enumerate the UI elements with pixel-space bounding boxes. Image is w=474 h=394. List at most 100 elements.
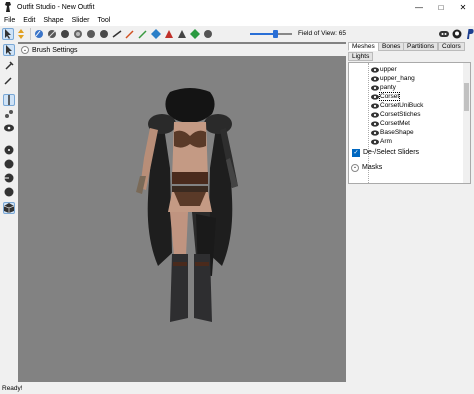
x-mirror-icon <box>190 29 200 39</box>
tab-bones[interactable]: Bones <box>378 42 405 51</box>
brush-color-button[interactable] <box>124 28 136 40</box>
fov-label: Field of View: 65 <box>298 30 346 37</box>
select-tool-button[interactable] <box>2 28 14 40</box>
smooth-icon <box>87 30 95 38</box>
symmetry-icon <box>178 30 186 38</box>
deselect-sliders-row[interactable]: ✓ De-/Select Sliders <box>348 146 473 159</box>
mesh-list-item[interactable]: upper_hang <box>371 74 415 83</box>
tool-sphere-3-button[interactable] <box>3 172 15 184</box>
tab-meshes[interactable]: Meshes <box>348 42 379 51</box>
brush-move-button[interactable] <box>98 28 110 40</box>
move-icon <box>18 29 24 39</box>
move-brush-icon <box>100 30 108 38</box>
mesh-list-item[interactable]: panty <box>371 83 396 92</box>
eye-icon[interactable] <box>371 84 379 91</box>
masks-header[interactable]: ⌄ Masks <box>348 161 473 174</box>
brush-alpha-button[interactable] <box>137 28 149 40</box>
tab-lights[interactable]: Lights <box>348 52 374 61</box>
brush-deflate-button[interactable] <box>72 28 84 40</box>
tool-sphere-2-button[interactable] <box>3 158 15 170</box>
tab-partitions[interactable]: Partitions <box>403 42 439 51</box>
eye-icon[interactable] <box>371 102 379 109</box>
fov-slider-thumb[interactable] <box>272 30 278 38</box>
tool-edit-button[interactable] <box>3 74 15 86</box>
xmirror-button[interactable] <box>189 28 201 40</box>
discord-icon <box>439 31 449 37</box>
transform-tool-button[interactable] <box>15 28 27 40</box>
eye-icon <box>4 124 14 132</box>
mesh-list-item[interactable]: Corset <box>371 92 401 101</box>
menu-file[interactable]: File <box>0 17 19 24</box>
tool-cube-button[interactable] <box>3 202 15 214</box>
brush-smooth-button[interactable] <box>85 28 97 40</box>
maximize-icon: □ <box>438 2 444 12</box>
menu-edit[interactable]: Edit <box>19 17 39 24</box>
mesh-list-item[interactable]: upper <box>371 65 397 74</box>
deselect-sliders-label: De-/Select Sliders <box>363 149 420 156</box>
alpha-brush-icon <box>138 30 147 39</box>
mesh-list-item[interactable]: CorsetStiches <box>371 110 420 119</box>
eye-icon[interactable] <box>371 138 379 145</box>
symmetry-button[interactable] <box>176 28 188 40</box>
tool-select-button[interactable] <box>3 44 15 56</box>
eye-icon[interactable] <box>371 129 379 136</box>
eye-icon[interactable] <box>371 66 379 73</box>
tool-pin-button[interactable] <box>3 60 15 72</box>
mesh-list-item[interactable]: BaseShape <box>371 128 414 137</box>
half-sphere-icon <box>4 173 14 183</box>
maximize-button[interactable]: □ <box>430 0 452 14</box>
title-bar: Outfit Studio - New Outfit — □ ✕ <box>0 0 474 14</box>
menu-tool[interactable]: Tool <box>94 17 115 24</box>
mesh-name: CorsetUniBuck <box>380 102 424 109</box>
mesh-list-item[interactable]: Arm <box>371 137 392 146</box>
discord-button[interactable] <box>438 28 450 40</box>
mesh-name: Corset <box>378 92 401 101</box>
close-button[interactable]: ✕ <box>452 0 474 14</box>
toolbar-separator <box>30 28 31 40</box>
mirror-button[interactable] <box>163 28 175 40</box>
deselect-sliders-checkbox[interactable]: ✓ <box>352 148 360 157</box>
fov-slider[interactable] <box>250 30 292 38</box>
wireframe-button[interactable] <box>202 28 214 40</box>
cursor-icon <box>6 45 12 55</box>
brush-weight-button[interactable] <box>111 28 123 40</box>
paypal-button[interactable] <box>464 28 474 40</box>
cube-icon <box>4 203 14 213</box>
tool-brush-size-button[interactable] <box>3 94 15 106</box>
dark-sphere-icon <box>4 187 14 197</box>
mesh-list-item[interactable]: CorsetUniBuck <box>371 101 423 110</box>
collision-button[interactable] <box>150 28 162 40</box>
status-bar: Ready! <box>0 382 474 394</box>
brush-settings-label: Brush Settings <box>32 46 78 54</box>
brush-settings-header[interactable]: ⌄ Brush Settings <box>18 44 346 56</box>
minimize-icon: — <box>415 2 423 12</box>
deflate-icon <box>74 30 82 38</box>
cursor-icon <box>5 29 11 39</box>
tool-eye-button[interactable] <box>3 122 15 134</box>
mesh-tree-scroll-thumb[interactable] <box>464 83 469 111</box>
tool-dots-button[interactable] <box>3 108 15 120</box>
tool-sphere-4-button[interactable] <box>3 186 15 198</box>
vertical-line-icon <box>8 95 10 105</box>
mesh-name: panty <box>380 84 396 91</box>
brush-mask-button[interactable] <box>46 28 58 40</box>
chevron-down-icon: ⌄ <box>21 46 29 54</box>
mesh-name: upper_hang <box>380 75 415 82</box>
tool-sphere-1-button[interactable] <box>3 144 15 156</box>
eye-icon[interactable] <box>371 111 379 118</box>
eye-icon[interactable] <box>371 120 379 127</box>
brush-standard-button[interactable] <box>33 28 45 40</box>
minimize-button[interactable]: — <box>408 0 430 14</box>
eye-icon[interactable] <box>371 75 379 82</box>
solid-sphere-icon <box>4 159 14 169</box>
menu-shape[interactable]: Shape <box>39 17 67 24</box>
mesh-name: BaseShape <box>380 129 414 136</box>
mesh-name: upper <box>380 66 397 73</box>
tab-colors[interactable]: Colors <box>438 42 465 51</box>
brush-inflate-button[interactable] <box>59 28 71 40</box>
mesh-list-item[interactable]: CorsetMet <box>371 119 410 128</box>
github-button[interactable] <box>451 28 463 40</box>
toolbar <box>0 26 474 42</box>
menu-slider[interactable]: Slider <box>68 17 94 24</box>
eye-icon[interactable] <box>371 93 379 100</box>
